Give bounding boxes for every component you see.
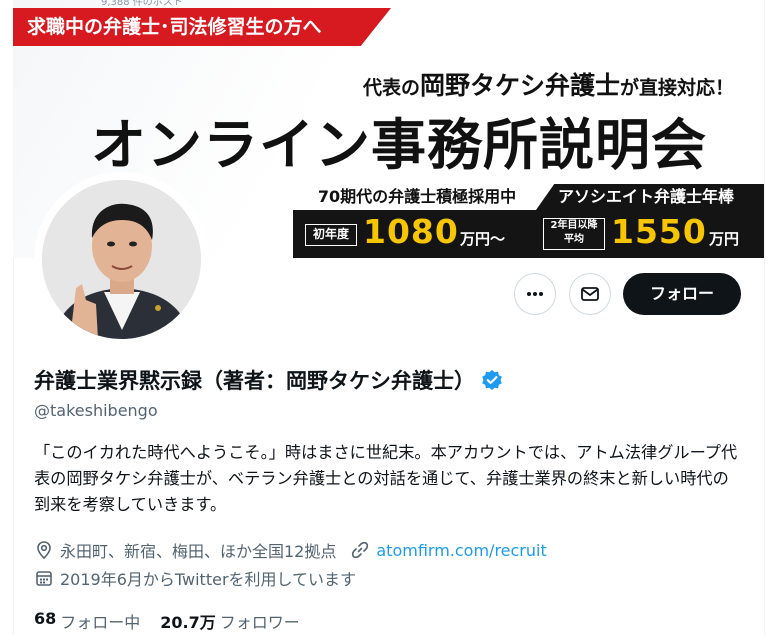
- more-icon: [527, 292, 543, 296]
- profile-joined: 2019年6月からTwitterを利用しています: [60, 570, 357, 589]
- salary-second-label: 2年目以降 平均: [543, 218, 605, 250]
- location-pin-icon: [37, 541, 51, 560]
- following-count[interactable]: 68: [34, 609, 56, 633]
- profile-meta-row: 永田町、新宿、梅田、ほか全国12拠点 atomfirm.com/recruit: [34, 538, 547, 562]
- avatar[interactable]: [34, 172, 209, 347]
- salary-first-value: 1080: [363, 212, 459, 251]
- avatar-portrait-illustration: [42, 180, 201, 339]
- profile-bio: 「このイカれた時代へようこそ。」時はまさに世紀末。本アカウントでは、アトム法律グ…: [34, 443, 738, 514]
- follow-button[interactable]: フォロー: [623, 273, 741, 315]
- calendar-icon: [36, 571, 52, 586]
- salary-second-label-line2: 平均: [564, 234, 584, 245]
- post-count-cropped: 9,388 件のポスト: [101, 0, 183, 8]
- direct-line-prefix: 代表の: [362, 77, 420, 99]
- direct-line-name: 岡野タケシ弁護士: [419, 71, 620, 100]
- column-border-right: [764, 0, 765, 635]
- followers-label[interactable]: フォロワー: [220, 609, 300, 633]
- banner-direct-line: 代表の岡野タケシ弁護士が直接対応！: [363, 66, 734, 102]
- avatar-photo: [42, 180, 201, 339]
- profile-name: 弁護士業界黙示録（著者：岡野タケシ弁護士）: [34, 369, 475, 393]
- followers-count[interactable]: 20.7万: [160, 609, 215, 633]
- banner-red-tag: 求職中の弁護士･司法修習生の方へ: [13, 8, 391, 46]
- salary-second-label-line1: 2年目以降: [550, 220, 598, 231]
- banner-main-title: オンライン事務所説明会: [91, 113, 708, 177]
- profile-location: 永田町、新宿、梅田、ほか全国12拠点: [60, 542, 337, 561]
- profile-page: 9,388 件のポスト 求職中の弁護士･司法修習生の方へ 代表の岡野タケシ弁護士…: [0, 0, 772, 635]
- link-icon: [352, 541, 369, 559]
- recruit-right-text: アソシエイト弁護士年棒: [536, 184, 764, 210]
- salary-second-unit: 万円: [709, 230, 740, 248]
- profile-joined-row: 2019年6月からTwitterを利用しています: [34, 566, 356, 590]
- mail-icon: [581, 287, 599, 301]
- follow-stats: 68 フォロー中 20.7万 フォロワー: [34, 609, 320, 633]
- direct-line-suffix: が直接対応！: [619, 77, 734, 99]
- profile-url-link[interactable]: atomfirm.com/recruit: [376, 541, 546, 560]
- recruit-left-text: 70期代の弁護士積極採用中: [298, 184, 536, 210]
- profile-name-row: 弁護士業界黙示録（著者：岡野タケシ弁護士）: [34, 365, 503, 395]
- following-label[interactable]: フォロー中: [60, 609, 140, 633]
- banner-recruit-row: 70期代の弁護士積極採用中 アソシエイト弁護士年棒: [298, 184, 764, 210]
- salary-first-unit: 万円〜: [460, 230, 506, 248]
- verified-badge-icon[interactable]: [481, 369, 503, 391]
- banner-salary-bar: 初年度 1080 万円〜 2年目以降 平均 1550 万円: [293, 210, 764, 258]
- message-button[interactable]: [569, 273, 611, 315]
- more-button[interactable]: [514, 273, 556, 315]
- profile-handle: @takeshibengo: [34, 401, 158, 420]
- salary-first-label: 初年度: [305, 224, 357, 246]
- salary-second-value: 1550: [611, 212, 707, 251]
